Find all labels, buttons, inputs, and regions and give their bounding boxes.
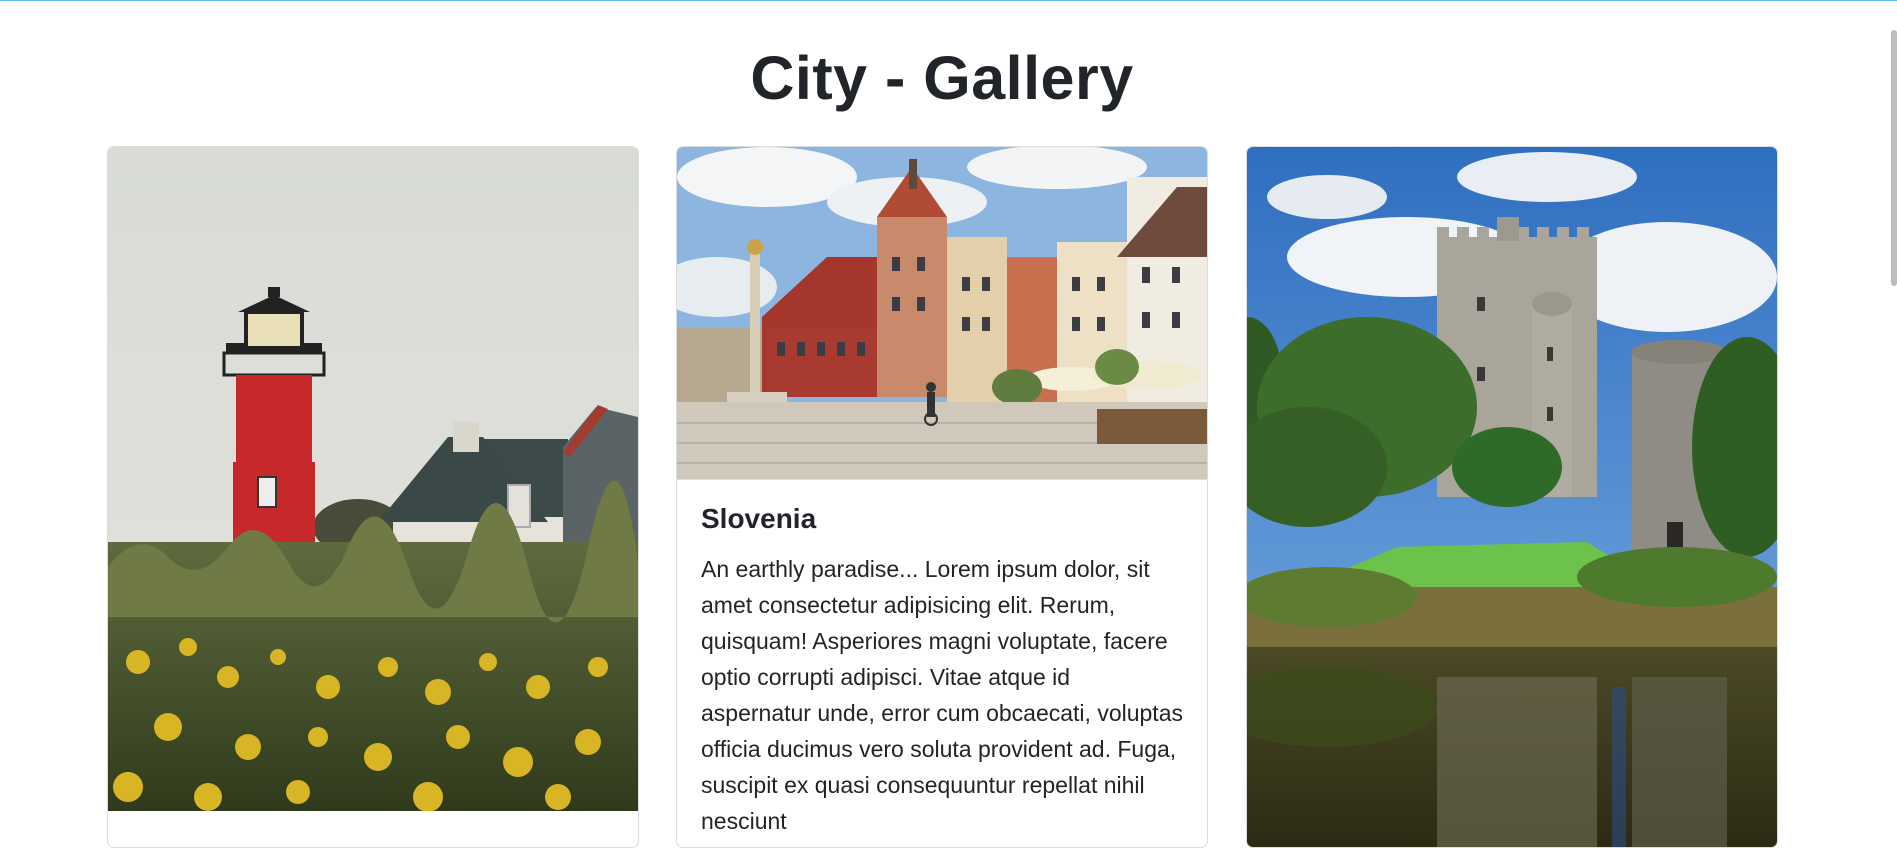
lighthouse-image[interactable]: [108, 147, 638, 811]
card-text: An earthly paradise... Lorem ipsum dolor…: [701, 556, 1183, 834]
top-accent-line: [0, 0, 1897, 1]
slovenia-card-body: Slovenia An earthly paradise... Lorem ip…: [701, 501, 1183, 839]
card-title: Slovenia: [701, 503, 817, 534]
slovenia-image[interactable]: [677, 147, 1207, 480]
gallery-card-slovenia[interactable]: Slovenia An earthly paradise... Lorem ip…: [676, 146, 1208, 848]
gallery-card-castle[interactable]: [1246, 146, 1778, 848]
page-title: City - Gallery: [750, 44, 1134, 112]
gallery-card-lighthouse[interactable]: [107, 146, 639, 848]
scrollbar-thumb[interactable]: [1891, 30, 1897, 286]
castle-image[interactable]: [1247, 147, 1777, 847]
